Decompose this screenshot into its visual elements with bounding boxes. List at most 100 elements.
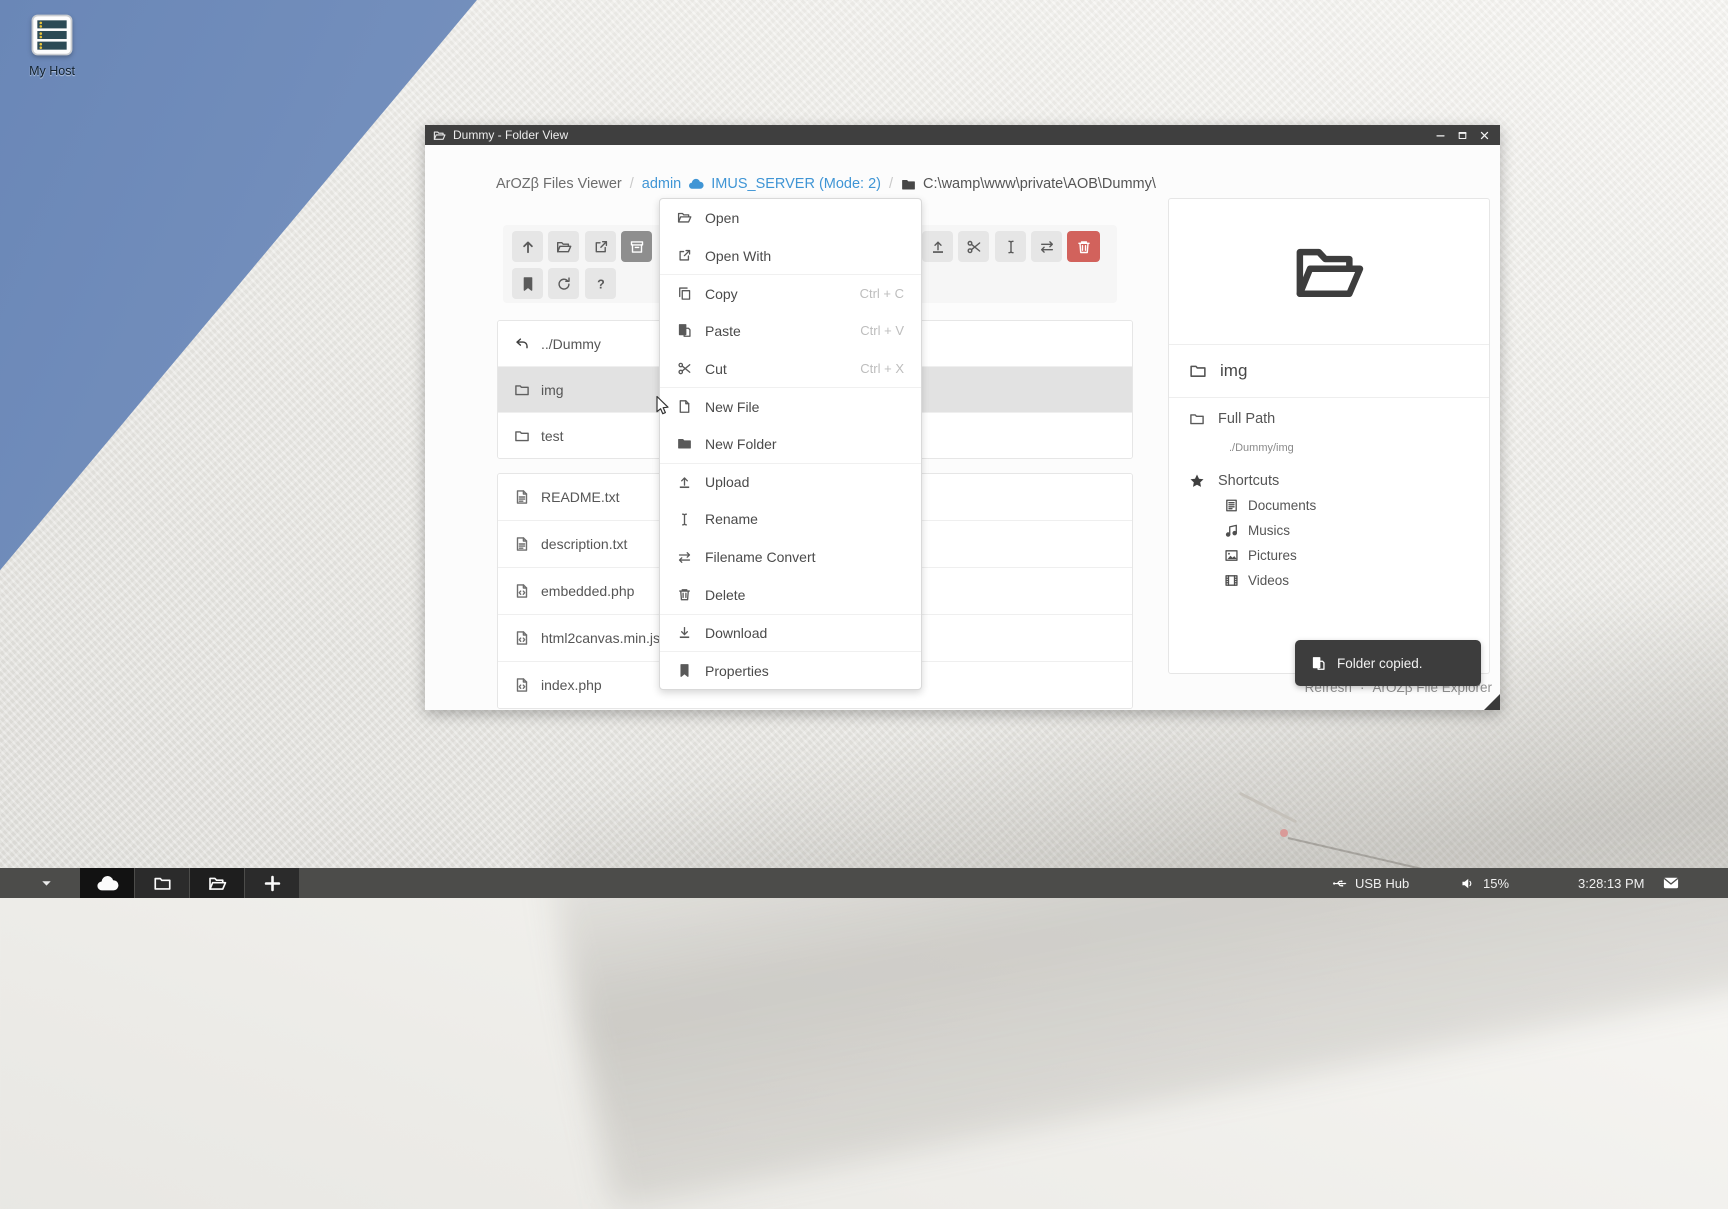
menu-item-label: Open With: [705, 248, 771, 264]
taskbar-tile-folder[interactable]: [135, 868, 189, 898]
menu-item-label: Download: [705, 625, 767, 641]
swap-icon: [677, 550, 692, 565]
upload-button[interactable]: [922, 231, 953, 262]
minimize-icon[interactable]: [1432, 128, 1448, 142]
download-icon: [677, 625, 692, 640]
menu-item-properties[interactable]: Properties: [660, 651, 921, 689]
folder-icon: [1189, 362, 1207, 380]
shortcut-musics[interactable]: Musics: [1224, 523, 1290, 538]
file-icon: [677, 399, 692, 414]
window-resize-grip[interactable]: [1484, 694, 1500, 710]
menu-item-label: Properties: [705, 663, 769, 679]
go-up-button[interactable]: [512, 231, 543, 262]
menu-shortcut: Ctrl + X: [860, 361, 904, 376]
shortcuts-label: Shortcuts: [1218, 473, 1279, 489]
open-with-button[interactable]: [585, 231, 616, 262]
menu-item-new-file[interactable]: New File: [660, 387, 921, 425]
list-item-label: description.txt: [541, 536, 627, 552]
document-icon: [1224, 498, 1239, 513]
folder-open-icon: [677, 210, 692, 225]
menu-item-label: Upload: [705, 474, 749, 490]
server-icon: [29, 12, 75, 58]
help-icon: ?: [593, 276, 609, 292]
filename-convert-button[interactable]: [1031, 231, 1062, 262]
properties-button[interactable]: [512, 268, 543, 299]
taskbar-tile-cloud[interactable]: [80, 868, 134, 898]
file-code-icon: [514, 630, 530, 646]
breadcrumb-path: C:\wamp\www\private\AOB\Dummy\: [901, 176, 1156, 192]
list-item-label: README.txt: [541, 489, 620, 505]
menu-item-new-folder[interactable]: New Folder: [660, 425, 921, 463]
taskbar-tile-add[interactable]: [245, 868, 299, 898]
refresh-button[interactable]: [548, 268, 579, 299]
folder-solid-icon: [901, 177, 916, 192]
menu-item-filename-convert[interactable]: Filename Convert: [660, 538, 921, 576]
menu-item-delete[interactable]: Delete: [660, 576, 921, 614]
shortcuts-header: Shortcuts: [1189, 473, 1279, 489]
bookmark-icon: [520, 276, 536, 292]
full-path-label: Full Path: [1218, 411, 1275, 427]
folder-icon: [1189, 411, 1205, 427]
window-title: Dummy - Folder View: [453, 128, 568, 142]
chevron-down-icon[interactable]: [40, 877, 53, 890]
menu-item-label: New File: [705, 399, 759, 415]
archive-button[interactable]: [621, 231, 652, 262]
breadcrumb-separator: /: [889, 176, 893, 192]
tray-volume[interactable]: 15%: [1460, 868, 1509, 898]
desktop: { "colors": { "accent_blue": "#3f95d5", …: [0, 0, 1728, 898]
usb-label: USB Hub: [1355, 876, 1409, 891]
trash-icon: [1076, 239, 1092, 255]
shortcut-pictures[interactable]: Pictures: [1224, 548, 1297, 563]
list-item-label: test: [541, 428, 564, 444]
cloud-icon: [688, 176, 704, 192]
open-button[interactable]: [548, 231, 579, 262]
menu-item-label: Filename Convert: [705, 549, 816, 565]
list-item-label: index.php: [541, 677, 602, 693]
shortcut-label: Musics: [1248, 523, 1290, 538]
star-icon: [1189, 473, 1205, 489]
shortcut-documents[interactable]: Documents: [1224, 498, 1316, 513]
menu-shortcut: Ctrl + C: [860, 286, 904, 301]
rename-button[interactable]: [995, 231, 1026, 262]
tray-usb[interactable]: USB Hub: [1332, 868, 1409, 898]
delete-button[interactable]: [1067, 231, 1100, 262]
menu-item-open[interactable]: Open: [660, 199, 921, 237]
speaker-icon: [1460, 876, 1475, 891]
shortcut-label: Documents: [1248, 498, 1316, 513]
maximize-icon[interactable]: [1454, 128, 1470, 142]
folder-open-icon: [556, 239, 572, 255]
close-icon[interactable]: [1476, 128, 1492, 142]
svg-text:?: ?: [597, 277, 605, 291]
window-titlebar[interactable]: Dummy - Folder View: [425, 125, 1500, 145]
selected-item-name: img: [1220, 361, 1247, 381]
ibeam-icon: [677, 512, 692, 527]
breadcrumb-server-link[interactable]: admin IMUS_SERVER (Mode: 2): [642, 176, 881, 192]
menu-item-paste[interactable]: PasteCtrl + V: [660, 312, 921, 350]
cut-button[interactable]: [958, 231, 989, 262]
swap-icon: [1039, 239, 1055, 255]
toast-text: Folder copied.: [1337, 656, 1423, 671]
tray-mail[interactable]: [1662, 868, 1680, 898]
menu-item-cut[interactable]: CutCtrl + X: [660, 350, 921, 388]
shortcut-label: Pictures: [1248, 548, 1297, 563]
desktop-icon-my-host[interactable]: My Host: [14, 12, 90, 78]
help-button[interactable]: ?: [585, 268, 616, 299]
list-item-label: html2canvas.min.js: [541, 630, 660, 646]
menu-item-download[interactable]: Download: [660, 614, 921, 652]
menu-item-upload[interactable]: Upload: [660, 463, 921, 501]
folder-icon: [153, 874, 172, 893]
full-path-row: Full Path: [1189, 411, 1275, 427]
menu-item-label: Rename: [705, 511, 758, 527]
breadcrumb: ArOZβ Files Viewer / admin IMUS_SERVER (…: [496, 174, 1156, 194]
menu-item-open-with[interactable]: Open With: [660, 237, 921, 275]
volume-label: 15%: [1483, 876, 1509, 891]
file-text-icon: [514, 489, 530, 505]
menu-item-copy[interactable]: CopyCtrl + C: [660, 274, 921, 312]
menu-item-rename[interactable]: Rename: [660, 501, 921, 539]
ibeam-icon: [1003, 239, 1019, 255]
taskbar-tile-folder-open[interactable]: [190, 868, 244, 898]
shortcut-videos[interactable]: Videos: [1224, 573, 1289, 588]
menu-item-label: Paste: [705, 323, 741, 339]
paste-icon: [1311, 656, 1326, 671]
selected-item-header: img: [1169, 344, 1489, 398]
